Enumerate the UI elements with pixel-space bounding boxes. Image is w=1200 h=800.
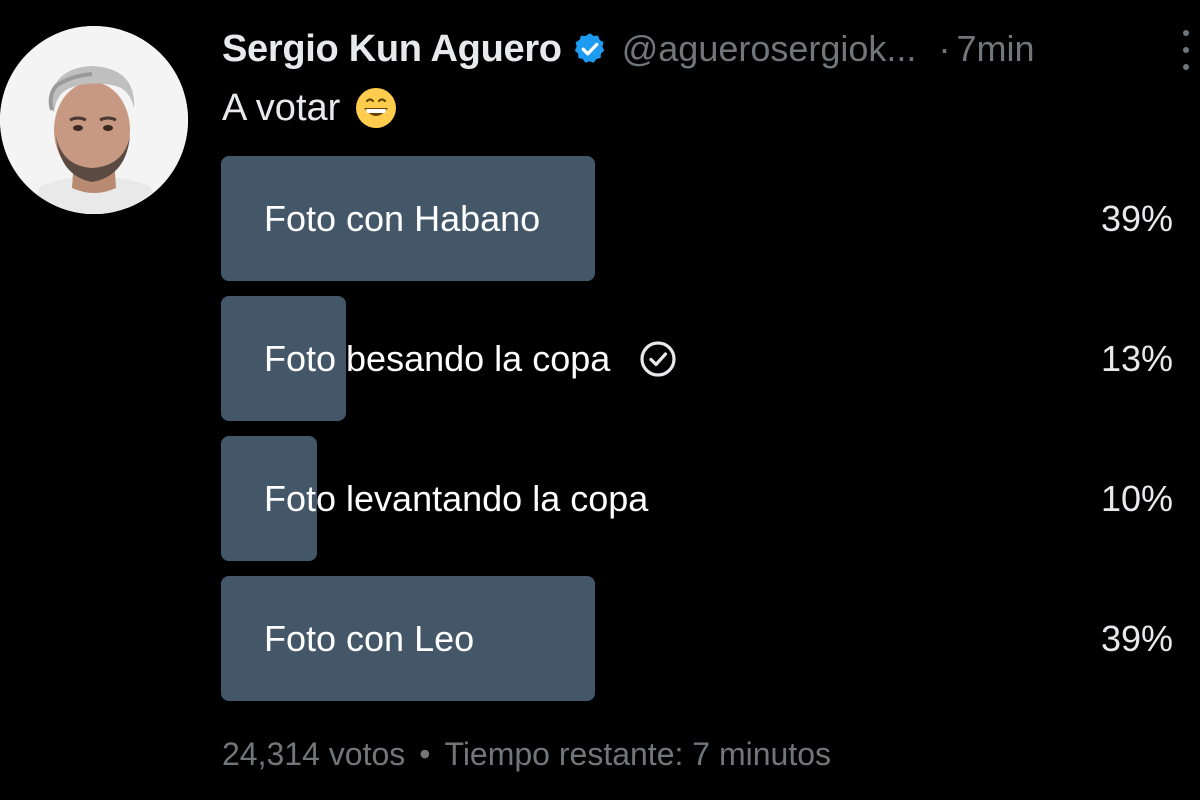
poll-option-percent: 39% (1100, 197, 1173, 239)
poll-option-percent: 10% (1100, 477, 1173, 519)
poll-option-text: Foto con Leo (264, 617, 475, 659)
poll-option-label: Foto con Leo (264, 576, 474, 701)
tweet: Sergio Kun Aguero @aguerosergiok... · 7m… (0, 0, 1200, 800)
grinning-face-emoji-icon (354, 86, 398, 130)
poll-option-label: Foto besando la copa (264, 296, 678, 421)
vote-count: 24,314 votos (222, 735, 406, 772)
tweet-time[interactable]: 7min (956, 28, 1034, 70)
footer-bullet: • (419, 735, 431, 772)
poll-option[interactable]: Foto con Leo 39% (221, 576, 1181, 701)
time-remaining: Tiempo restante: 7 minutos (444, 735, 831, 772)
check-circle-icon (638, 339, 678, 379)
separator-dot: · (938, 28, 951, 69)
verified-badge-icon (572, 31, 608, 67)
poll-option-label: Foto con Habano (264, 156, 540, 281)
tweet-text-content: A votar (222, 86, 341, 129)
poll-option[interactable]: Foto besando la copa 13% (221, 296, 1181, 421)
poll-option-text: Foto besando la copa (264, 337, 611, 379)
poll: Foto con Habano 39% Foto besando la copa… (221, 156, 1181, 716)
poll-option-label: Foto levantando la copa (264, 436, 648, 561)
poll-footer: 24,314 votos • Tiempo restante: 7 minuto… (222, 728, 831, 780)
author-handle[interactable]: @aguerosergiok... (622, 28, 917, 70)
poll-option[interactable]: Foto con Habano 39% (221, 156, 1181, 281)
poll-option-percent: 13% (1100, 337, 1173, 379)
author-name[interactable]: Sergio Kun Aguero (222, 28, 562, 71)
poll-option[interactable]: Foto levantando la copa 10% (221, 436, 1181, 561)
poll-option-text: Foto levantando la copa (264, 477, 649, 519)
tweet-header: Sergio Kun Aguero @aguerosergiok... · 7m… (222, 22, 1182, 76)
tweet-text: A votar (222, 82, 398, 134)
poll-option-percent: 39% (1100, 617, 1173, 659)
more-vertical-icon[interactable] (1174, 30, 1198, 70)
poll-option-text: Foto con Habano (264, 197, 541, 239)
avatar[interactable] (0, 26, 188, 214)
